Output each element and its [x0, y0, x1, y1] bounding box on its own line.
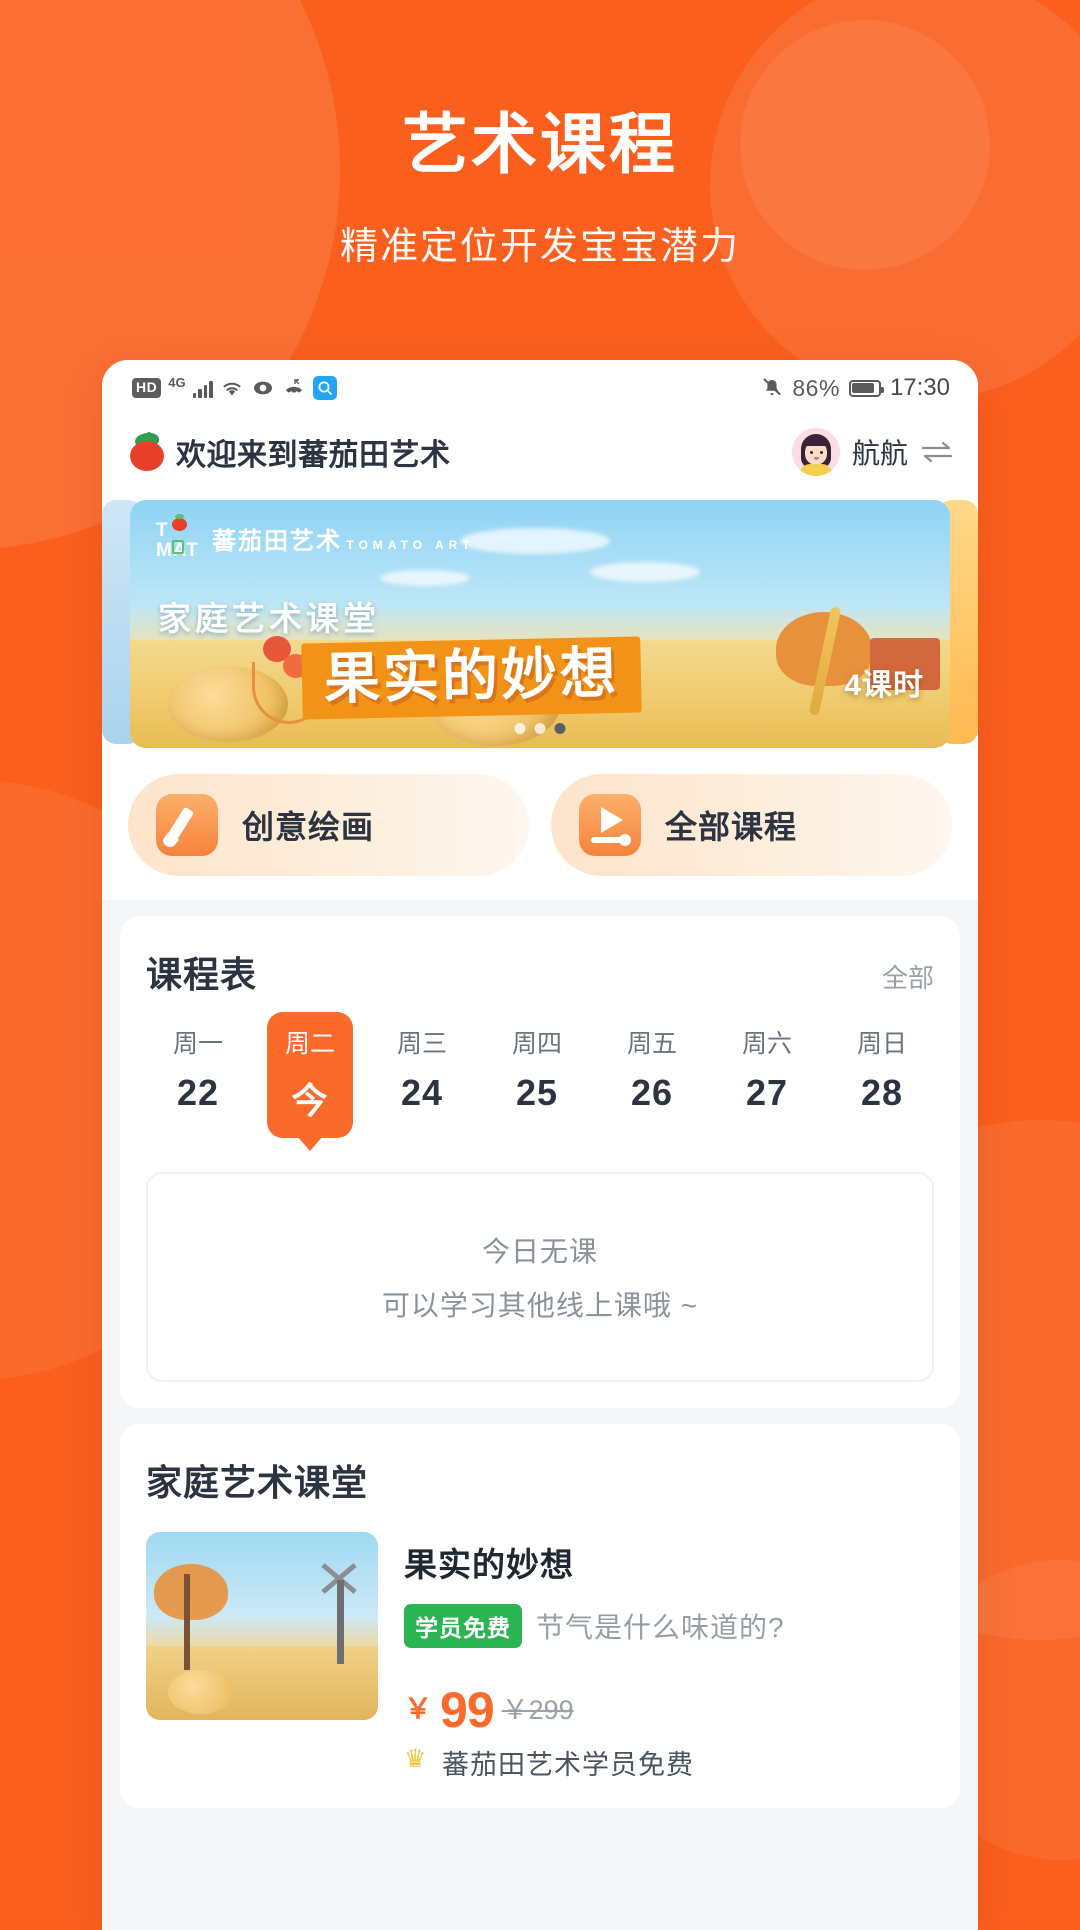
currency-symbol: ￥ [404, 1693, 433, 1724]
family-class-title: 家庭艺术课堂 [146, 1462, 369, 1503]
day-weekday: 周日 [856, 1030, 907, 1058]
day-item-wed[interactable]: 周三 24 [376, 1024, 468, 1138]
app-header: 欢迎来到蕃茄田艺术 航航 [102, 416, 978, 488]
profile-switcher[interactable]: 航航 [791, 428, 954, 476]
eye-icon [251, 378, 275, 398]
day-weekday: 周五 [626, 1030, 677, 1058]
logo-mark-icon: T MAT [156, 514, 202, 564]
clock-label: 17:30 [889, 374, 950, 401]
banner-carousel[interactable]: T MAT 蕃茄田艺术 TOMATO ART 家庭艺术课堂 果实的妙想 4课时 [102, 488, 978, 748]
banner-subtitle: 家庭艺术课堂 [158, 600, 380, 637]
schedule-card-header: 课程表 全部 [146, 946, 934, 998]
day-date: 26 [630, 1072, 674, 1113]
promo-subtitle: 精准定位开发宝宝潜力 [339, 225, 740, 268]
carousel-dots[interactable] [514, 723, 566, 734]
quick-actions: 创意绘画 全部课程 [102, 748, 978, 900]
switch-account-icon[interactable] [920, 440, 954, 464]
day-weekday: 周六 [741, 1030, 792, 1058]
family-class-card: 家庭艺术课堂 果实的妙想 学员免费 节气是什么味道的? ￥ 99 ￥299 ♛ … [120, 1424, 960, 1808]
course-vip-note: 蕃茄田艺术学员免费 [442, 1750, 694, 1780]
banner-lesson-count: 4课时 [844, 669, 924, 702]
course-list-item[interactable]: 果实的妙想 学员免费 节气是什么味道的? ￥ 99 ￥299 蕃茄田艺术学员免费 [146, 1532, 934, 1782]
day-item-tue-today[interactable]: 周二 今 [267, 1012, 353, 1138]
day-date: 24 [400, 1072, 444, 1113]
status-badge: 学员免费 [404, 1604, 522, 1648]
carousel-dot-active[interactable] [554, 723, 566, 734]
schedule-more-link[interactable]: 全部 [882, 958, 934, 995]
quick-action-label: 创意绘画 [242, 809, 375, 845]
day-item-sat[interactable]: 周六 27 [721, 1024, 813, 1138]
wifi-icon [220, 378, 244, 398]
brand-name-cn: 蕃茄田艺术 [212, 527, 342, 555]
day-weekday: 周三 [396, 1030, 447, 1058]
course-thumbnail[interactable] [146, 1532, 378, 1720]
status-bar: HD 4G 86% 17:30 [102, 360, 978, 416]
missed-call-icon [282, 378, 306, 398]
tomato-icon [128, 431, 166, 471]
carousel-dot[interactable] [514, 723, 526, 734]
phone-screenshot: HD 4G 86% 17:30 欢迎来到蕃茄田艺术 航航 T MAT 蕃茄田艺术… [102, 360, 978, 1930]
schedule-card: 课程表 全部 周一 22 周二 今 周三 24 周四 25 周五 26 周六 2… [120, 916, 960, 1408]
battery-icon [848, 379, 884, 397]
search-icon[interactable] [312, 376, 337, 400]
carousel-dot[interactable] [534, 723, 546, 734]
quick-action-creative-drawing[interactable]: 创意绘画 [128, 774, 529, 876]
course-name: 果实的妙想 [404, 1546, 574, 1583]
mute-bell-icon [761, 377, 783, 399]
network-type-label: 4G [168, 374, 186, 390]
promo-header: 艺术课程 精准定位开发宝宝潜力 [0, 0, 1080, 270]
avatar[interactable] [791, 428, 840, 476]
day-date: 27 [745, 1072, 789, 1113]
empty-title: 今日无课 [481, 1236, 598, 1267]
schedule-title: 课程表 [146, 954, 258, 995]
quick-action-all-courses[interactable]: 全部课程 [551, 774, 952, 876]
day-date: 今 [291, 1080, 329, 1121]
course-description: 节气是什么味道的? [536, 1612, 785, 1643]
day-weekday: 周四 [511, 1030, 562, 1058]
day-date: 28 [860, 1072, 904, 1113]
day-date: 22 [176, 1072, 220, 1113]
battery-percent-label: 86% [792, 374, 840, 401]
empty-subtitle: 可以学习其他线上课哦 ~ [381, 1290, 699, 1321]
course-price-original: ￥299 [501, 1695, 574, 1725]
day-item-thu[interactable]: 周四 25 [491, 1024, 583, 1138]
week-day-selector[interactable]: 周一 22 周二 今 周三 24 周四 25 周五 26 周六 27 周日 28 [146, 1012, 934, 1138]
banner-slide[interactable]: T MAT 蕃茄田艺术 TOMATO ART 家庭艺术课堂 果实的妙想 4课时 [130, 500, 950, 748]
greeting-block: 欢迎来到蕃茄田艺术 [128, 430, 451, 474]
brush-icon [156, 794, 218, 856]
banner-title: 果实的妙想 [323, 640, 620, 711]
day-item-sun[interactable]: 周日 28 [836, 1024, 928, 1138]
brand-logo-text: 蕃茄田艺术 TOMATO ART [212, 527, 475, 555]
banner-title-box: 果实的妙想 [301, 636, 642, 720]
signal-bars-icon [192, 379, 213, 398]
family-class-header: 家庭艺术课堂 [146, 1454, 934, 1506]
course-vip-note-row: 蕃茄田艺术学员免费 [404, 1743, 934, 1782]
status-bar-left: HD 4G [132, 374, 337, 400]
schedule-empty-state: 今日无课 可以学习其他线上课哦 ~ [146, 1172, 934, 1382]
username-label: 航航 [851, 438, 908, 469]
day-item-mon[interactable]: 周一 22 [152, 1024, 244, 1138]
day-weekday: 周一 [172, 1030, 223, 1058]
brand-logo: T MAT 蕃茄田艺术 TOMATO ART [156, 514, 475, 564]
course-info: 果实的妙想 学员免费 节气是什么味道的? ￥ 99 ￥299 蕃茄田艺术学员免费 [404, 1532, 934, 1782]
course-price-row: ￥ 99 ￥299 [404, 1682, 934, 1738]
status-bar-right: 86% 17:30 [761, 374, 950, 402]
play-icon [579, 794, 641, 856]
greeting-label: 欢迎来到蕃茄田艺术 [176, 439, 451, 472]
day-weekday: 周二 [284, 1030, 335, 1058]
day-item-fri[interactable]: 周五 26 [606, 1024, 698, 1138]
logo-mark-top: T [156, 520, 170, 541]
quick-action-label: 全部课程 [665, 809, 798, 845]
course-price-current: 99 [440, 1682, 495, 1738]
course-tag-row: 学员免费 节气是什么味道的? [404, 1604, 934, 1648]
crown-icon [404, 1744, 432, 1774]
promo-title: 艺术课程 [402, 107, 678, 181]
day-date: 25 [515, 1072, 559, 1113]
hd-badge-icon: HD [132, 378, 162, 398]
brand-name-en: TOMATO ART [346, 537, 475, 552]
